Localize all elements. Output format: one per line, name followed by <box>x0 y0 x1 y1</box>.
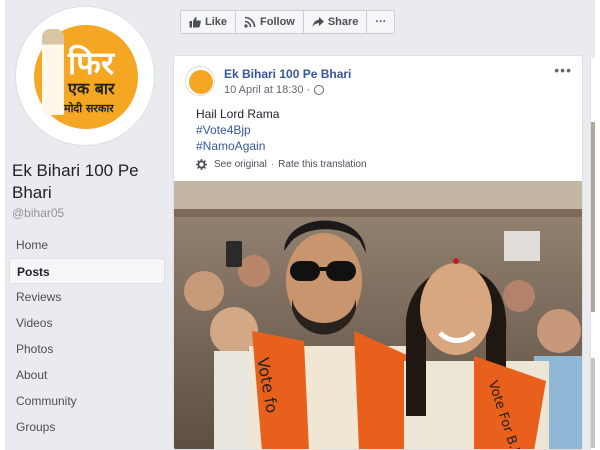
profile-picture[interactable]: फिर एक बार मोदी सरकार <box>15 6 155 146</box>
profile-figure <box>42 29 64 115</box>
translation-separator: · <box>270 159 275 170</box>
profile-logo-line2: एक बार <box>68 79 115 98</box>
globe-icon <box>314 85 325 95</box>
post-photo[interactable]: Vote fo Vote For B.J. <box>174 181 582 449</box>
post-timestamp-row: 10 April at 18:30 · <box>224 84 325 96</box>
profile-logo-line3: मोदी सरकार <box>64 102 114 115</box>
page-title[interactable]: Ek Bihari 100 Pe Bhari <box>12 160 162 204</box>
gear-icon <box>196 159 207 170</box>
post-author-avatar[interactable] <box>185 66 215 96</box>
more-actions-button[interactable]: ··· <box>367 11 394 33</box>
hashtag-link[interactable]: #Vote4Bjp <box>196 122 279 138</box>
facebook-page: फिर एक बार मोदी सरकार Ek Bihari 100 Pe B… <box>5 0 595 450</box>
page-handle[interactable]: @bihar05 <box>12 206 64 220</box>
more-actions-label: ··· <box>375 16 387 28</box>
rss-icon <box>244 16 256 28</box>
thumbs-up-icon <box>189 17 201 28</box>
rate-translation-link[interactable]: Rate this translation <box>278 159 366 170</box>
right-column-edge <box>590 58 595 450</box>
nav-item-about[interactable]: About <box>9 362 165 388</box>
nav-item-photos[interactable]: Photos <box>9 336 165 362</box>
post-card: Ek Bihari 100 Pe Bhari 10 April at 18:30… <box>173 55 583 450</box>
follow-button-label: Follow <box>260 16 295 28</box>
share-button-label: Share <box>327 16 359 28</box>
share-button[interactable]: Share <box>304 11 368 33</box>
left-sidebar: फिर एक बार मोदी सरकार Ek Bihari 100 Pe B… <box>5 0 170 450</box>
see-original-link[interactable]: See original <box>214 159 267 170</box>
post-photo-illustration <box>174 181 582 449</box>
post-timestamp[interactable]: 10 April at 18:30 · <box>224 84 310 96</box>
page-action-bar: Like Follow Share ··· <box>180 10 396 34</box>
like-button[interactable]: Like <box>181 11 237 33</box>
translation-row: See original · Rate this translation <box>196 159 367 170</box>
nav-item-reviews[interactable]: Reviews <box>9 284 165 310</box>
right-column-image <box>591 122 595 312</box>
right-column-image <box>591 358 595 448</box>
nav-item-home[interactable]: Home <box>9 232 165 258</box>
hashtag-link[interactable]: #NamoAgain <box>196 138 279 154</box>
nav-item-community[interactable]: Community <box>9 388 165 414</box>
post-text-line: Hail Lord Rama <box>196 107 280 121</box>
avatar-logo <box>189 70 213 94</box>
post-message: Hail Lord Rama #Vote4Bjp #NamoAgain <box>196 106 279 154</box>
nav-item-videos[interactable]: Videos <box>9 310 165 336</box>
share-arrow-icon <box>312 17 324 27</box>
follow-button[interactable]: Follow <box>236 11 304 33</box>
post-author-name[interactable]: Ek Bihari 100 Pe Bhari <box>224 67 351 81</box>
nav-item-posts[interactable]: Posts <box>9 258 165 284</box>
post-options-button[interactable]: ••• <box>554 62 572 78</box>
like-button-label: Like <box>205 16 228 28</box>
page-nav: Home Posts Reviews Videos Photos About C… <box>9 232 165 440</box>
nav-item-groups[interactable]: Groups <box>9 414 165 440</box>
